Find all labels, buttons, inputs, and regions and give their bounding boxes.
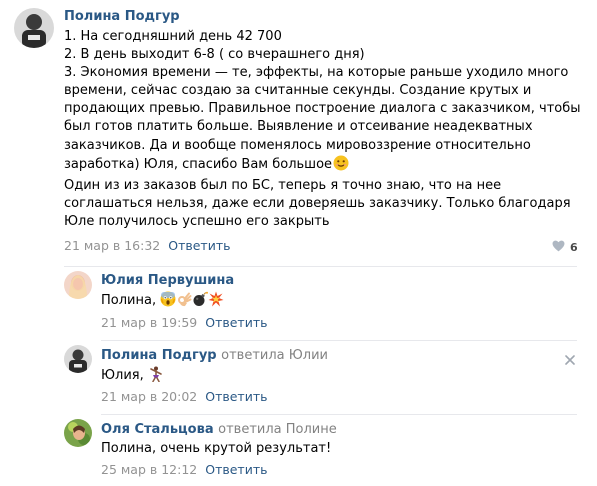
divider (101, 340, 577, 341)
main-comment: Полина Подгур 1. На сегодняшний день 42 … (0, 0, 597, 268)
close-icon[interactable] (565, 350, 575, 369)
reply-author-name[interactable]: Оля Стальцова (101, 422, 214, 437)
reply-text: Полина, очень крутой результат! (101, 440, 331, 458)
reply-date[interactable]: 25 мар в 12:12 (101, 462, 197, 477)
reply-button[interactable]: Ответить (205, 389, 267, 404)
reply-button[interactable]: Ответить (168, 238, 230, 253)
reply-button[interactable]: Ответить (205, 462, 267, 477)
reply-text-content: Юлия, (101, 368, 144, 383)
reply-text-content: Полина, очень крутой результат! (101, 441, 332, 456)
replied-to[interactable]: ответила Полине (218, 422, 337, 437)
comment-date[interactable]: 21 мар в 16:32 (64, 238, 160, 253)
comment-line: соглашаться нельзя, даже если доверяешь … (64, 195, 571, 211)
comment-line-text: заработка) Юля, спасибо Вам большое (64, 156, 333, 172)
comment-line: 3. Экономия времени — те, эффекты, на ко… (64, 65, 569, 81)
reply-text: Полина, (101, 291, 224, 313)
comment-line: Один из из заказов был по БС, теперь я т… (64, 177, 502, 193)
reply-date[interactable]: 21 мар в 19:59 (101, 315, 197, 330)
replied-to[interactable]: ответила Юлии (221, 348, 328, 363)
reply-date[interactable]: 21 мар в 20:02 (101, 389, 197, 404)
comment-line: заказчиков. Да и вообще поменялось миров… (64, 137, 531, 153)
dancer-emoji (148, 366, 164, 388)
comment-author[interactable]: Полина Подгур (64, 9, 180, 24)
heart-icon (552, 240, 565, 255)
reply-author: Оля Стальцова ответила Полине (101, 422, 337, 437)
reply-button[interactable]: Ответить (205, 315, 267, 330)
like-count: 6 (570, 241, 578, 254)
comment-meta: 21 мар в 16:32 Ответить (64, 238, 230, 253)
comment-line: 1. На сегодняшний день 42 700 (64, 29, 282, 44)
collision-emoji (208, 291, 224, 313)
comment-line: 2. В день выходит 6-8 ( со вчерашнего дн… (64, 47, 365, 63)
reply-author[interactable]: Юлия Первушина (101, 273, 234, 288)
reply-meta: 21 мар в 19:59 Ответить (101, 315, 267, 330)
comment-line: был готов платить больше. Выявление и от… (64, 119, 533, 135)
reply-author-name[interactable]: Полина Подгур (101, 348, 217, 363)
comment-line: продающих превью. Правильное построение … (64, 101, 581, 117)
avatar[interactable] (14, 8, 54, 48)
divider (101, 414, 577, 415)
reply-meta: 25 мар в 12:12 Ответить (101, 462, 267, 477)
reply-meta: 21 мар в 20:02 Ответить (101, 389, 267, 404)
bomb-emoji (192, 291, 209, 313)
comment-line: заработка) Юля, спасибо Вам большое (64, 155, 581, 177)
reply-text: Юлия, (101, 366, 164, 388)
reply-author: Полина Подгур ответила Юлии (101, 348, 328, 363)
avatar[interactable] (64, 345, 92, 373)
comment-line: времени, сейчас создаю за считанные секу… (64, 83, 532, 99)
like-button[interactable]: 6 (552, 240, 578, 255)
reply-text-content: Полина, (101, 293, 157, 308)
ok-hand-emoji (176, 291, 192, 313)
smiling-face-emoji (333, 155, 349, 177)
divider (64, 266, 577, 267)
avatar[interactable] (64, 271, 92, 299)
scream-emoji (160, 291, 176, 313)
comment-line: Юле получилось успешно его закрыть (64, 213, 330, 229)
comment-text: 1. На сегодняшний день 42 700 2. В день … (64, 28, 581, 231)
avatar[interactable] (64, 419, 92, 447)
